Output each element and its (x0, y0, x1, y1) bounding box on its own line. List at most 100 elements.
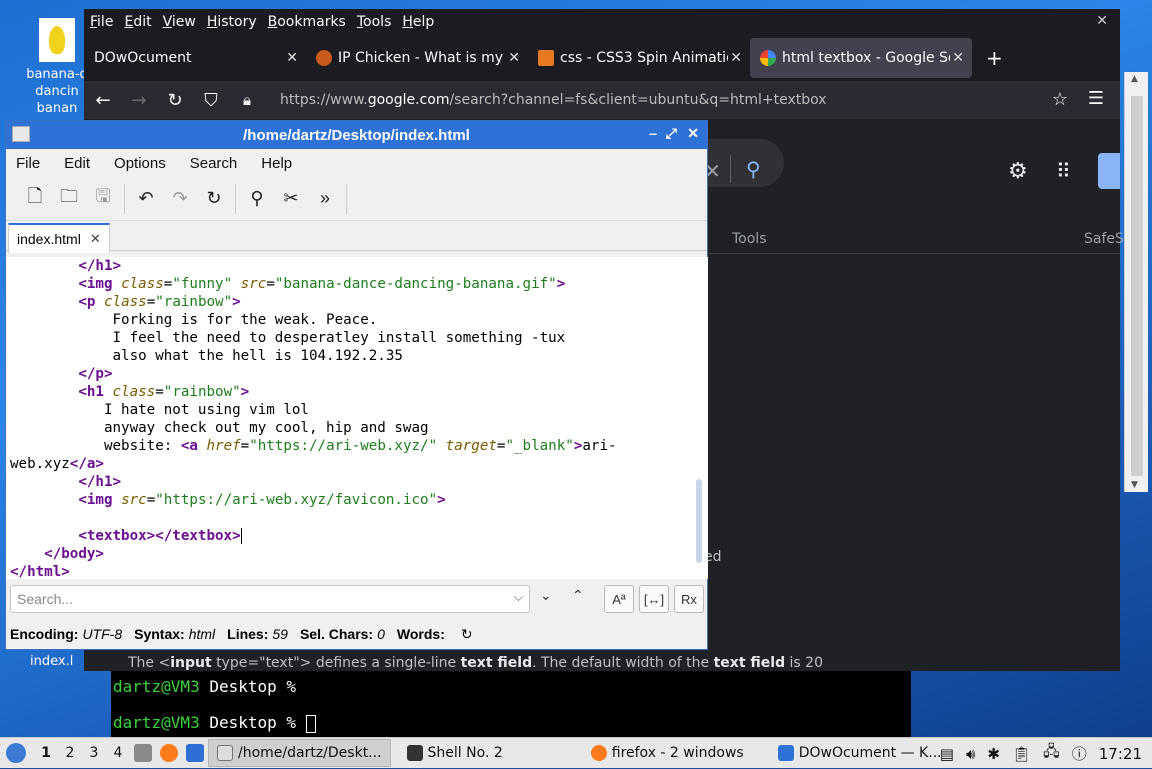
reload-icon[interactable]: ↻ (197, 182, 231, 216)
ed-menu-help[interactable]: Help (261, 155, 292, 172)
snippet-bold: text field (460, 655, 533, 671)
undo-icon[interactable]: ↶ (129, 182, 163, 216)
ff-menu-history[interactable]: History (207, 14, 257, 30)
safesearch-label[interactable]: SafeS (1084, 231, 1124, 247)
tab-css-spin[interactable]: css - CSS3 Spin Animatio ✕ (528, 38, 750, 78)
workspace-3[interactable]: 3 (82, 745, 106, 761)
code-line: <p class="rainbow"> (78, 294, 241, 310)
ff-menu-view[interactable]: View (163, 14, 196, 30)
code-line: <img src="https://ari-web.xyz/favicon.ic… (78, 492, 446, 508)
workspace-4[interactable]: 4 (106, 745, 130, 761)
tab-close-icon[interactable]: ✕ (730, 50, 742, 66)
toolbar-separator (346, 183, 347, 214)
status-label: Lines: (227, 626, 269, 642)
ff-menu-file[interactable]: File (90, 14, 113, 30)
find-next-icon[interactable]: ⌄ (540, 587, 552, 604)
tab-dowocument[interactable]: DOwOcument ✕ (84, 38, 306, 78)
taskbar-editor-button[interactable]: /home/dartz/Deskt... (208, 739, 391, 767)
bookmark-star-icon[interactable]: ☆ (1052, 89, 1068, 110)
find-previous-icon[interactable]: ⌃ (572, 587, 584, 604)
show-desktop-icon[interactable] (186, 744, 204, 762)
storage-icon[interactable]: ▤ (940, 745, 954, 763)
editor-scrollbar-thumb[interactable] (696, 479, 702, 563)
scroll-down-arrow-icon[interactable]: ▼ (1131, 480, 1138, 490)
regex-icon[interactable]: Rx (674, 585, 704, 613)
new-tab-plus-icon[interactable]: + (986, 46, 1003, 70)
bluetooth-icon[interactable]: ✱ (987, 745, 1000, 763)
reload-icon[interactable]: ↻ (166, 90, 184, 111)
code-text: also what the hell is 104.192.2.35 (112, 348, 403, 364)
code-token: <img (78, 492, 113, 508)
tools-tab[interactable]: Tools (732, 231, 767, 247)
workspace-1[interactable]: 1 (34, 745, 58, 761)
taskbar-shell-button[interactable]: Shell No. 2 (399, 739, 511, 767)
tab-close-icon[interactable]: ✕ (90, 231, 101, 247)
clock[interactable]: 17:21 (1099, 745, 1142, 763)
desktop-icon-banana[interactable]: banana-d dancin banan (22, 18, 92, 117)
save-icon[interactable]: 🖫︎ (86, 182, 120, 216)
match-case-icon[interactable]: Aª (604, 585, 634, 613)
tab-close-icon[interactable]: ✕ (508, 50, 520, 66)
sign-in-button[interactable] (1098, 153, 1120, 189)
close-icon[interactable]: ✕ (687, 125, 699, 142)
lock-icon[interactable]: 🔒︎ (238, 91, 256, 109)
maximize-icon[interactable]: ⤢ (666, 125, 677, 142)
scroll-up-arrow-icon[interactable]: ▲ (1131, 74, 1138, 84)
new-file-icon[interactable]: 🗋︎ (18, 182, 52, 216)
back-arrow-icon[interactable]: ← (94, 90, 112, 111)
close-icon[interactable]: ✕ (1096, 13, 1108, 29)
chevron-down-icon[interactable]: ⌵ (514, 590, 523, 605)
replace-icon[interactable]: ✂ (274, 182, 308, 216)
tab-google-search[interactable]: html textbox - Google Se ✕ (750, 38, 972, 78)
redo-icon[interactable]: ↷ (163, 182, 197, 216)
tab-close-icon[interactable]: ✕ (952, 50, 964, 66)
refresh-icon[interactable]: ↻ (461, 626, 473, 643)
ed-menu-options[interactable]: Options (114, 155, 166, 172)
search-icon[interactable]: ⚲ (746, 157, 761, 181)
editor-titlebar[interactable]: /home/dartz/Desktop/index.html – ⤢ ✕ (6, 121, 707, 149)
apps-grid-icon[interactable]: ⠿ (1056, 159, 1071, 183)
whole-word-icon[interactable]: [↔] (639, 585, 669, 613)
ed-menu-search[interactable]: Search (190, 155, 238, 172)
firefox-icon[interactable] (160, 744, 178, 762)
taskbar-kate-button[interactable]: DOwOcument — K... (770, 739, 950, 767)
ed-menu-file[interactable]: File (16, 155, 40, 172)
chevron-more-icon[interactable]: » (308, 182, 342, 216)
minimize-icon[interactable]: – (649, 125, 657, 141)
tab-close-icon[interactable]: ✕ (286, 50, 298, 66)
clipboard-icon[interactable]: 📋︎ (1012, 745, 1031, 763)
open-folder-icon[interactable]: 🗀︎ (52, 182, 86, 216)
toolbar-separator (235, 183, 236, 214)
volume-icon[interactable]: 🔊︎ (966, 745, 975, 763)
desktop-icon-label-2: dancin (35, 84, 79, 99)
ff-menu-tools[interactable]: Tools (357, 14, 392, 30)
gear-icon[interactable]: ⚙ (1008, 159, 1028, 184)
tab-label: html textbox - Google Se (782, 50, 950, 66)
shield-icon[interactable]: ⛉ (202, 90, 220, 111)
find-icon[interactable]: ⚲ (240, 182, 274, 216)
taskbar-firefox-button[interactable]: firefox - 2 windows (583, 739, 752, 767)
ff-menu-help[interactable]: Help (402, 14, 434, 30)
file-manager-icon[interactable] (134, 744, 152, 762)
network-icon[interactable]: 🖧︎ (1043, 741, 1060, 766)
terminal-current-line[interactable]: dartz@VM3 Desktop % (111, 711, 911, 737)
hamburger-menu-icon[interactable]: ☰ (1088, 88, 1104, 109)
start-menu-icon[interactable] (6, 743, 26, 763)
code-editor[interactable]: </h1> <img class="funny" src="banana-dan… (6, 257, 692, 579)
ed-menu-edit[interactable]: Edit (64, 155, 90, 172)
desktop-icon-index[interactable]: index.l (30, 654, 73, 669)
background-window-scrollbar[interactable]: ▲ ▼ (1124, 72, 1148, 492)
scrollbar-thumb[interactable] (1131, 96, 1143, 476)
search-input[interactable]: Search... ⌵ (10, 585, 530, 613)
notification-icon[interactable]: ⓘ (1072, 743, 1087, 764)
code-token: "funny" (172, 276, 233, 292)
workspace-2[interactable]: 2 (58, 745, 82, 761)
tab-index-html[interactable]: index.html ✕ (8, 223, 110, 253)
ff-menu-bookmarks[interactable]: Bookmarks (268, 14, 346, 30)
editor-scrollbar[interactable] (692, 257, 708, 579)
url-bar[interactable]: https://www.google.com/search?channel=fs… (280, 92, 827, 108)
kate-icon (777, 745, 794, 761)
tab-ipchicken[interactable]: IP Chicken - What is my I ✕ (306, 38, 528, 78)
forward-arrow-icon[interactable]: → (130, 90, 148, 111)
ff-menu-edit[interactable]: Edit (124, 14, 151, 30)
